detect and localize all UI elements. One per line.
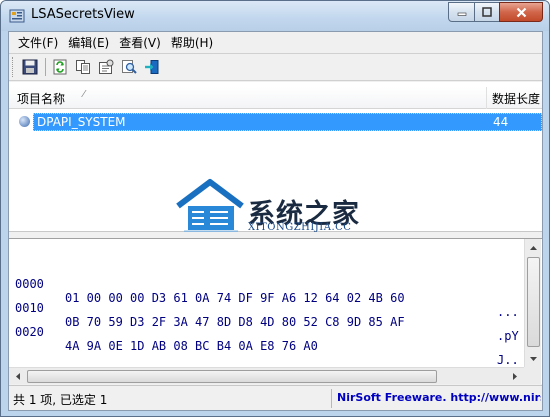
maximize-button[interactable] xyxy=(474,2,500,22)
scroll-left-icon xyxy=(15,373,20,380)
nirsoft-link[interactable]: NirSoft Freeware. http://www.nirsoft.net xyxy=(337,391,541,404)
scroll-up-button[interactable] xyxy=(525,239,542,256)
properties-icon xyxy=(99,59,114,74)
toolbar-separator xyxy=(45,58,46,76)
toolbar xyxy=(9,53,542,81)
menu-view[interactable]: 查看(V) xyxy=(114,34,166,51)
app-window: LSASecretsView 文件(F) 编辑(E) 查看(V) 帮助(H) 项… xyxy=(0,0,550,417)
exit-button[interactable] xyxy=(141,56,163,78)
hex-ascii: J.. xyxy=(497,353,519,367)
scroll-down-button[interactable] xyxy=(525,350,542,367)
list-item[interactable]: DPAPI_SYSTEM 44 xyxy=(9,113,542,131)
copy-icon xyxy=(76,60,90,74)
save-button[interactable] xyxy=(19,56,41,78)
menu-help[interactable]: 帮助(H) xyxy=(166,34,218,51)
hex-bytes: 01 00 00 00 D3 61 0A 74 DF 9F A6 12 64 0… xyxy=(65,291,405,305)
minimize-button[interactable] xyxy=(448,2,475,22)
hex-bytes: 0B 70 59 D3 2F 3A 47 8D D8 4D 80 52 C8 9… xyxy=(65,315,405,329)
menu-edit[interactable]: 编辑(E) xyxy=(63,34,114,51)
list-header: 项目名称 ⁄ 数据长度 xyxy=(9,87,542,109)
title-bar[interactable]: LSASecretsView xyxy=(1,1,549,31)
column-header-length[interactable]: 数据长度 xyxy=(492,90,540,107)
scroll-down-icon xyxy=(530,356,537,361)
item-name: DPAPI_SYSTEM xyxy=(37,115,126,129)
scrollbar-corner xyxy=(524,367,541,384)
horizontal-scroll-thumb[interactable] xyxy=(27,370,437,383)
window-title: LSASecretsView xyxy=(31,7,135,22)
close-icon xyxy=(516,7,526,17)
item-length: 44 xyxy=(493,115,509,129)
column-divider[interactable] xyxy=(486,87,487,109)
sort-indicator-icon: ⁄ xyxy=(83,89,85,100)
hex-ascii: ... xyxy=(497,305,519,319)
hex-offset: 0020 xyxy=(15,325,44,339)
menu-file[interactable]: 文件(F) xyxy=(13,34,63,51)
copy-button[interactable] xyxy=(72,56,94,78)
exit-icon xyxy=(145,60,159,74)
menu-bar: 文件(F) 编辑(E) 查看(V) 帮助(H) xyxy=(9,32,542,53)
scroll-right-button[interactable] xyxy=(506,368,523,385)
hex-dump-view[interactable]: 0000 01 00 00 00 D3 61 0A 74 DF 9F A6 12… xyxy=(9,238,542,384)
save-icon xyxy=(22,59,38,75)
scroll-right-icon xyxy=(512,373,517,380)
client-area: 文件(F) 编辑(E) 查看(V) 帮助(H) 项目名称 ⁄ 数据长度 DPAP… xyxy=(8,31,543,411)
scroll-left-button[interactable] xyxy=(9,368,26,385)
hex-ascii: .pY xyxy=(497,329,519,343)
watermark-logo: 系统之家 XITONGZHIJIA.CC xyxy=(174,170,384,234)
vertical-scrollbar[interactable] xyxy=(524,239,541,367)
find-button[interactable] xyxy=(118,56,140,78)
close-button[interactable] xyxy=(499,2,543,22)
properties-button[interactable] xyxy=(95,56,117,78)
status-bar: 共 1 项, 已选定 1 NirSoft Freeware. http://ww… xyxy=(9,385,542,410)
refresh-icon xyxy=(53,59,67,75)
scroll-up-icon xyxy=(530,245,537,250)
vertical-scroll-thumb[interactable] xyxy=(527,257,540,347)
refresh-button[interactable] xyxy=(49,56,71,78)
horizontal-scrollbar[interactable] xyxy=(9,367,524,384)
app-icon xyxy=(9,9,25,23)
toolbar-grip[interactable] xyxy=(12,57,15,77)
caption-buttons xyxy=(448,2,543,22)
house-logo-icon xyxy=(176,179,244,234)
status-divider xyxy=(331,389,332,408)
find-icon xyxy=(122,60,137,74)
hex-bytes: 4A 9A 0E 1D AB 08 BC B4 0A E8 76 A0 xyxy=(65,339,318,353)
secret-item-icon xyxy=(19,116,30,127)
status-item-count: 共 1 项, 已选定 1 xyxy=(13,393,108,407)
maximize-icon xyxy=(482,7,492,17)
minimize-icon xyxy=(457,12,466,16)
column-header-name[interactable]: 项目名称 xyxy=(17,90,65,107)
